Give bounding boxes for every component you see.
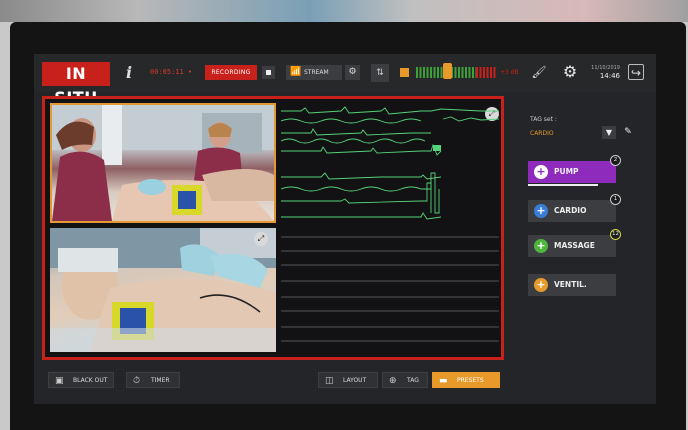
tagset-value: CARDIO: [530, 130, 554, 137]
stream-settings-button[interactable]: ⚙: [345, 65, 360, 80]
gear-icon: ⚙: [348, 67, 357, 77]
plus-icon: +: [534, 278, 548, 292]
audio-mixer-button[interactable]: ⇅: [371, 64, 389, 82]
layout-label: LAYOUT: [343, 377, 367, 384]
camera-2-image: [50, 228, 276, 352]
stream-label: STREAM: [304, 69, 329, 76]
exit-button[interactable]: ↪: [628, 64, 644, 80]
record-timecode: 00:05:11 •: [150, 68, 193, 76]
tagset-dropdown[interactable]: ▼: [602, 126, 616, 139]
tag-label: MASSAGE: [554, 241, 595, 250]
recording-button[interactable]: RECORDING: [205, 65, 257, 80]
presets-button[interactable]: ▬ PRESETS: [432, 372, 500, 388]
tag-button-ventil[interactable]: + VENTIL.: [528, 274, 616, 296]
plus-icon: +: [534, 204, 548, 218]
expand-icon[interactable]: ⤢: [254, 232, 268, 246]
mixer-icon: ⇅: [376, 68, 384, 78]
tagset-label: TAG set :: [530, 116, 557, 123]
top-toolbar: IN SITU i 00:05:11 • RECORDING 📶 STREAM …: [34, 54, 656, 107]
app-logo: IN SITU: [42, 62, 110, 107]
camera-1-image: [52, 105, 274, 221]
camera-view-1[interactable]: [50, 103, 276, 223]
audio-db-readout: +3 dB: [500, 69, 519, 76]
tag-count-badge: 12: [610, 229, 621, 240]
tag-label: TAG: [407, 377, 419, 384]
audio-mute-toggle[interactable]: [400, 68, 409, 77]
tag-label: VENTIL.: [554, 280, 587, 289]
presets-label: PRESETS: [457, 377, 484, 384]
app-screen: IN SITU i 00:05:11 • RECORDING 📶 STREAM …: [34, 54, 656, 404]
tag-count-badge: 1: [610, 194, 621, 205]
settings-button[interactable]: ⚙: [560, 62, 580, 82]
tag-button-pump[interactable]: + PUMP 2: [528, 155, 621, 186]
tag-button[interactable]: ⊕ TAG: [382, 372, 428, 388]
stopwatch-icon: ⏱: [133, 376, 141, 386]
brush-icon: 🖌: [531, 65, 547, 79]
info-button[interactable]: i: [120, 64, 138, 82]
camera-view-2[interactable]: ⤢: [50, 228, 276, 352]
tag-label: CARDIO: [554, 206, 587, 215]
tagset-edit-button[interactable]: ✎: [621, 126, 635, 139]
tag-label: PUMP: [554, 167, 579, 176]
toggle-icon: ▬: [439, 376, 448, 386]
timer-button[interactable]: ⏱ TIMER: [126, 372, 180, 388]
plus-icon: +: [534, 165, 548, 179]
tag-button-cardio[interactable]: + CARDIO 1: [528, 194, 621, 222]
pencil-icon: ✎: [624, 127, 632, 137]
date-label: 11/10/2019: [591, 65, 620, 71]
stream-icon: 📶: [290, 67, 302, 77]
layout-button[interactable]: ◫ LAYOUT: [318, 372, 378, 388]
clear-button[interactable]: 🖌: [530, 63, 548, 81]
timer-label: TIMER: [151, 377, 170, 384]
plus-icon: +: [534, 239, 548, 253]
gear-icon: ⚙: [562, 62, 578, 81]
monitor-icon: ▣: [55, 376, 64, 386]
stop-icon: [266, 70, 271, 75]
blackout-label: BLACK OUT: [73, 377, 108, 384]
blackout-button[interactable]: ▣ BLACK OUT: [48, 372, 114, 388]
background-photo: [0, 0, 688, 22]
tag-button-massage[interactable]: + MASSAGE 12: [528, 229, 621, 257]
plus-circle-icon: ⊕: [389, 376, 397, 386]
exit-icon: ↪: [630, 66, 642, 80]
chevron-down-icon: ▼: [605, 128, 613, 137]
stop-button[interactable]: [262, 66, 275, 79]
stream-button[interactable]: 📶 STREAM: [286, 65, 342, 80]
layout-icon: ◫: [325, 376, 334, 386]
tag-count-badge: 2: [610, 155, 621, 166]
main-view: ⤢ ⤢: [42, 96, 504, 360]
audio-vu-meter: [416, 67, 496, 78]
tag-progress-bar: [528, 184, 599, 186]
date-time: 11/10/2019 14:46: [590, 64, 620, 80]
audio-gain-slider[interactable]: [443, 63, 452, 79]
vital-signs-waveforms: [281, 106, 499, 342]
time-label: 14:46: [599, 72, 620, 80]
